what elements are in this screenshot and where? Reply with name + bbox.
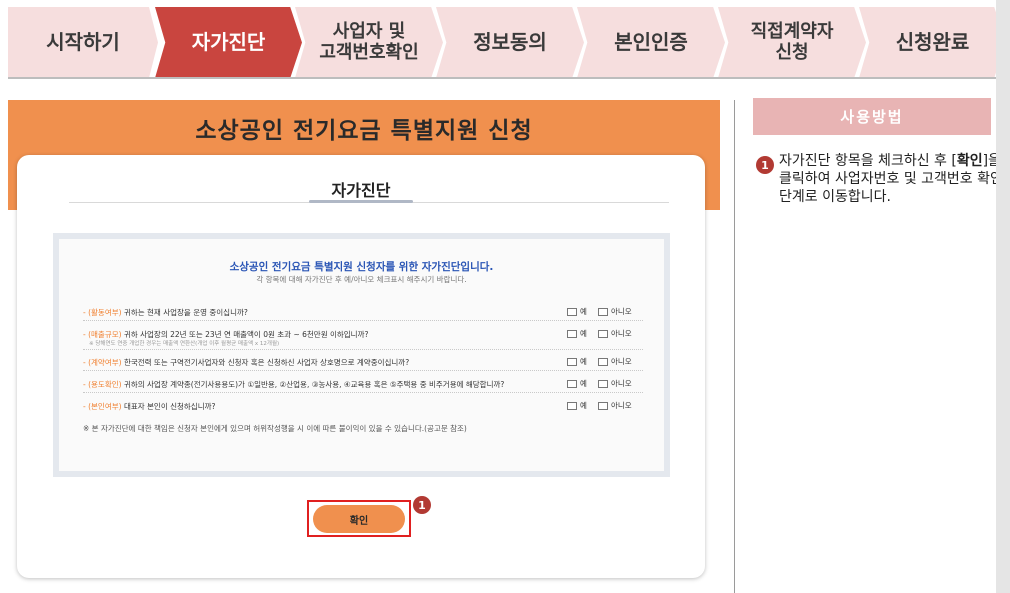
how-to-use-header: 사용방법 <box>753 98 991 135</box>
question-tag: (계약여부) <box>88 358 122 367</box>
step-complete-label: 신청완료 <box>895 30 970 54</box>
card-title-underline <box>309 200 413 203</box>
step-identity-verification[interactable]: 본인인증 <box>577 7 725 78</box>
step-start-label: 시작하기 <box>46 30 120 54</box>
step-info-consent-label: 정보동의 <box>473 30 547 54</box>
question-text: - (계약여부) 한국전력 또는 구역전기사업자와 신청자 혹은 신청하신 사업… <box>83 358 410 367</box>
step-business-customer-number[interactable]: 사업자 및 고객번호확인 <box>295 7 443 78</box>
question-tag: (용도확인) <box>88 380 122 389</box>
question-text: - (활동여부) 귀하는 현재 사업장을 운영 중이십니까? <box>83 308 248 317</box>
checkbox-box[interactable] <box>567 379 577 388</box>
step-direct-contractor[interactable]: 직접계약자 신청 <box>718 7 866 78</box>
card-title: 자가진단 <box>331 181 391 200</box>
help-instructions: 자가진단 항목을 체크하신 후 [확인]을 클릭하여 사업자번호 및 고객번호 … <box>779 153 1003 205</box>
yes-checkbox[interactable]: 예 <box>567 306 587 317</box>
checkbox-box[interactable] <box>598 357 608 366</box>
help-marker-badge: 1 <box>756 156 774 174</box>
confirm-highlight-box <box>307 500 411 537</box>
row-divider <box>83 320 643 321</box>
no-checkbox[interactable]: 아니오 <box>598 378 632 389</box>
step-direct-contractor-label: 직접계약자 신청 <box>750 20 834 63</box>
row-divider <box>83 370 643 371</box>
survey-subheading: 각 항목에 대해 자가진단 후 예/아니오 체크표시 해주시기 바랍니다. <box>256 275 467 284</box>
yes-checkbox[interactable]: 예 <box>567 400 587 411</box>
step-self-diagnosis[interactable]: 자가진단 <box>155 7 302 78</box>
step-business-customer-number-label: 사업자 및 고객번호확인 <box>319 20 419 63</box>
no-checkbox[interactable]: 아니오 <box>598 306 632 317</box>
step-marker-badge: 1 <box>413 496 431 514</box>
checkbox-box[interactable] <box>598 307 608 316</box>
question-tag: (본인여부) <box>88 402 122 411</box>
step-info-consent[interactable]: 정보동의 <box>436 7 584 78</box>
checkbox-box[interactable] <box>567 307 577 316</box>
question-tag: (활동여부) <box>88 308 122 317</box>
page-title: 소상공인 전기요금 특별지원 신청 <box>195 118 533 144</box>
checkbox-box[interactable] <box>567 401 577 410</box>
step-progress-bar: 시작하기 자가진단 사업자 및 고객번호확인 정보동의 본인인증 직접계약자 신… <box>8 7 1010 79</box>
survey-footnote: ※ 본 자가진단에 대한 책임은 신청자 본인에게 있으며 허위작성행을 시 이… <box>83 424 467 433</box>
survey-heading: 소상공인 전기요금 특별지원 신청자를 위한 자가진단입니다. <box>229 261 494 273</box>
checkbox-box[interactable] <box>598 379 608 388</box>
question-note: ※ 당해연도 연중 개업한 경우는 매출액 연환산(개업 이후 월평균 매출액 … <box>89 341 280 347</box>
yes-checkbox[interactable]: 예 <box>567 378 587 389</box>
row-divider <box>83 349 643 350</box>
step-bar-underline <box>8 77 1010 79</box>
question-text: - (용도확인) 귀하의 사업장 계약종(전기사용용도)가 ①일반용, ②산업용… <box>83 380 505 389</box>
panel-divider <box>734 100 735 593</box>
step-complete[interactable]: 신청완료 <box>859 7 1006 78</box>
step-identity-verification-label: 본인인증 <box>614 30 688 54</box>
scrollbar-track[interactable] <box>996 0 1010 593</box>
row-divider <box>83 392 643 393</box>
step-self-diagnosis-label: 자가진단 <box>191 30 266 54</box>
question-text: - (본인여부) 대표자 본인이 신청하십니까? <box>83 402 216 411</box>
step-start[interactable]: 시작하기 <box>8 7 158 78</box>
help-bold-confirm: 확인 <box>956 153 983 169</box>
yes-checkbox[interactable]: 예 <box>567 328 587 339</box>
checkbox-box[interactable] <box>598 401 608 410</box>
checkbox-box[interactable] <box>567 329 577 338</box>
checkbox-box[interactable] <box>598 329 608 338</box>
no-checkbox[interactable]: 아니오 <box>598 400 632 411</box>
yes-checkbox[interactable]: 예 <box>567 356 587 367</box>
no-checkbox[interactable]: 아니오 <box>598 328 632 339</box>
no-checkbox[interactable]: 아니오 <box>598 356 632 367</box>
checkbox-box[interactable] <box>567 357 577 366</box>
question-tag: (매출규모) <box>88 330 122 339</box>
survey-panel: 소상공인 전기요금 특별지원 신청자를 위한 자가진단입니다. 각 항목에 대해… <box>53 233 670 477</box>
